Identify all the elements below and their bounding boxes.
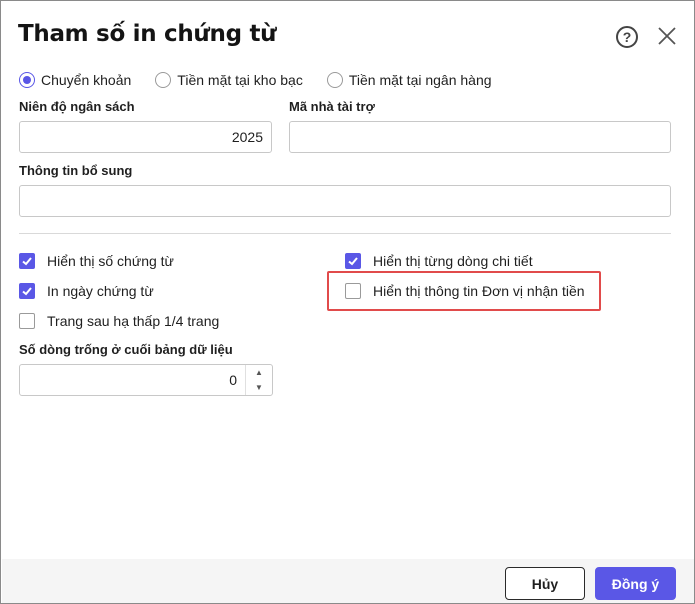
help-icon[interactable]: ?	[616, 26, 638, 48]
checkmark-icon	[345, 253, 361, 269]
radio-cash-bank[interactable]: Tiền mặt tại ngân hàng	[326, 72, 492, 88]
sponsor-code-label: Mã nhà tài trợ	[289, 99, 375, 114]
radio-cash-treasury-label: Tiền mặt tại kho bạc	[177, 72, 303, 88]
checkmark-icon	[19, 253, 35, 269]
stepper-arrows: ▲ ▼	[245, 365, 272, 395]
unchecked-box-icon	[19, 313, 35, 329]
budget-year-input[interactable]: 2025	[19, 121, 272, 153]
blank-lines-input[interactable]: 0	[20, 365, 245, 395]
budget-year-label: Niên độ ngân sách	[19, 99, 135, 114]
show-detail-lines-label: Hiển thị từng dòng chi tiết	[373, 253, 533, 269]
cancel-button[interactable]: Hủy	[505, 567, 585, 600]
radio-unselected-icon	[326, 72, 343, 88]
dialog-footer	[2, 559, 694, 603]
checkmark-icon	[19, 283, 35, 299]
lower-next-page-label: Trang sau hạ thấp 1/4 trang	[47, 313, 220, 329]
close-icon[interactable]	[657, 26, 677, 46]
checkbox-lower-next-page[interactable]: Trang sau hạ thấp 1/4 trang	[19, 313, 219, 329]
blank-lines-stepper: 0 ▲ ▼	[19, 364, 273, 396]
section-divider	[19, 233, 671, 234]
sponsor-code-input[interactable]	[289, 121, 671, 153]
additional-info-input[interactable]	[19, 185, 671, 217]
radio-unselected-icon	[155, 72, 172, 88]
print-voucher-date-label: In ngày chứng từ	[47, 283, 154, 299]
stepper-up-icon[interactable]: ▲	[246, 365, 272, 380]
checkbox-show-recipient-info[interactable]: Hiển thị thông tin Đơn vị nhận tiền	[345, 283, 585, 299]
checkbox-print-voucher-date[interactable]: In ngày chứng từ	[19, 283, 154, 299]
radio-selected-icon	[19, 72, 35, 88]
show-recipient-info-label: Hiển thị thông tin Đơn vị nhận tiền	[373, 283, 585, 299]
ok-button[interactable]: Đồng ý	[595, 567, 676, 600]
stepper-down-icon[interactable]: ▼	[246, 380, 272, 395]
radio-transfer[interactable]: Chuyển khoản	[19, 72, 131, 88]
additional-info-label: Thông tin bổ sung	[19, 163, 133, 178]
show-voucher-number-label: Hiển thị số chứng từ	[47, 253, 174, 269]
radio-cash-bank-label: Tiền mặt tại ngân hàng	[348, 72, 492, 88]
radio-transfer-label: Chuyển khoản	[41, 72, 132, 88]
print-params-dialog: Tham số in chứng từ ? Chuyển khoản Tiền …	[0, 0, 695, 604]
checkbox-show-detail-lines[interactable]: Hiển thị từng dòng chi tiết	[345, 253, 533, 269]
radio-cash-treasury[interactable]: Tiền mặt tại kho bạc	[155, 72, 303, 88]
unchecked-box-icon	[345, 283, 361, 299]
dialog-title: Tham số in chứng từ	[18, 21, 277, 47]
checkbox-show-voucher-number[interactable]: Hiển thị số chứng từ	[19, 253, 174, 269]
payment-method-group: Chuyển khoản Tiền mặt tại kho bạc Tiền m…	[19, 72, 514, 88]
blank-lines-label: Số dòng trống ở cuối bảng dữ liệu	[19, 342, 233, 357]
